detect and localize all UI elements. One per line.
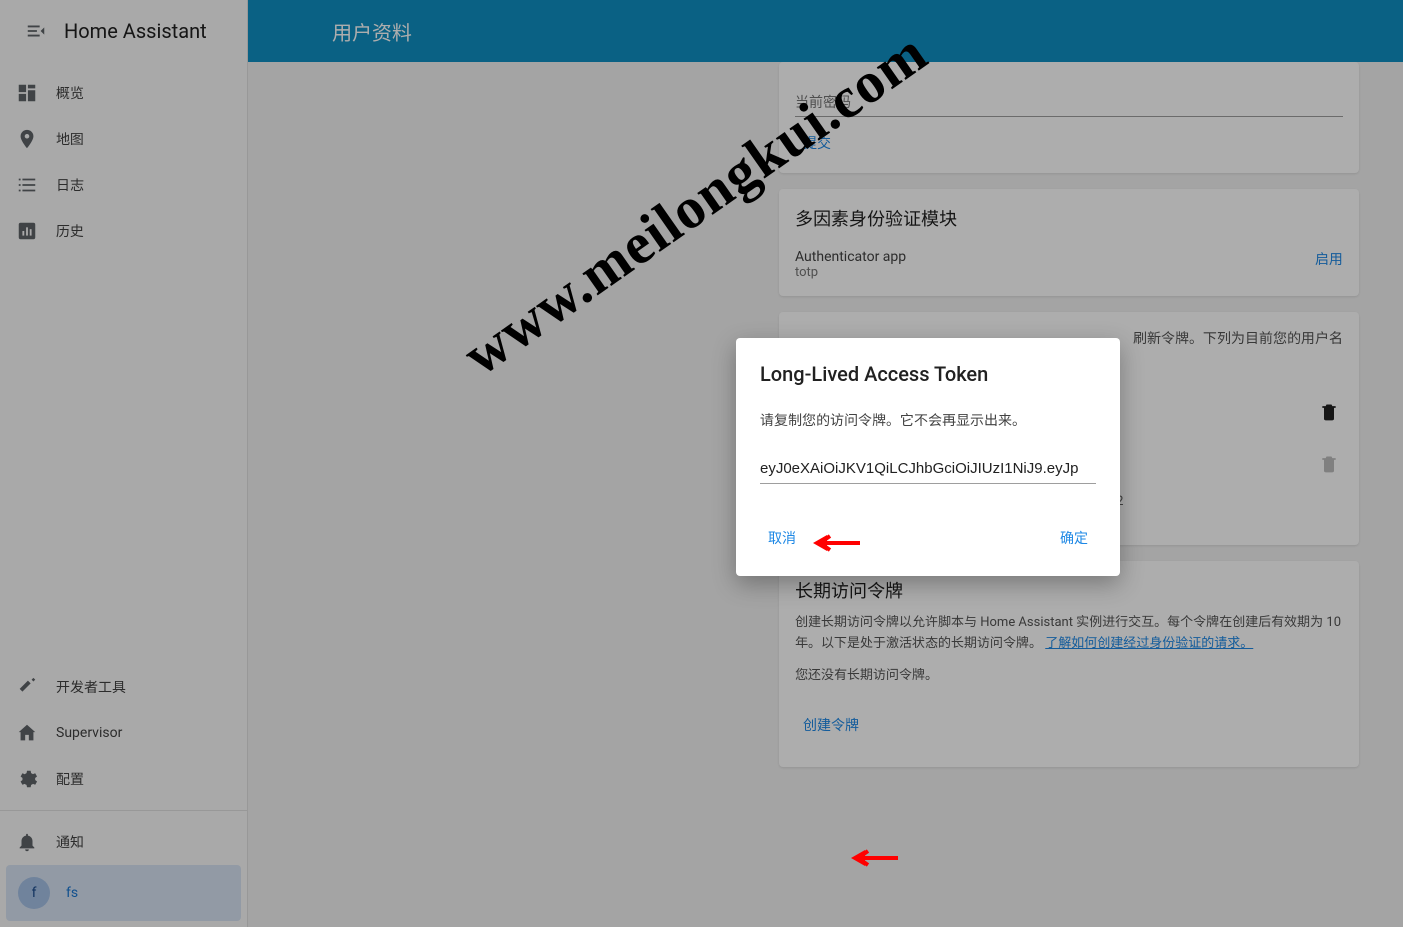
cancel-button[interactable]: 取消 [760,520,804,556]
annotation-arrow-icon [843,845,903,871]
token-value-input[interactable] [760,454,1096,484]
modal-overlay[interactable] [0,0,1403,927]
dialog-title: Long-Lived Access Token [760,362,1096,386]
token-dialog: Long-Lived Access Token 请复制您的访问令牌。它不会再显示… [736,338,1120,576]
annotation-arrow-icon [805,530,865,556]
ok-button[interactable]: 确定 [1052,520,1096,556]
dialog-message: 请复制您的访问令牌。它不会再显示出来。 [760,410,1096,430]
